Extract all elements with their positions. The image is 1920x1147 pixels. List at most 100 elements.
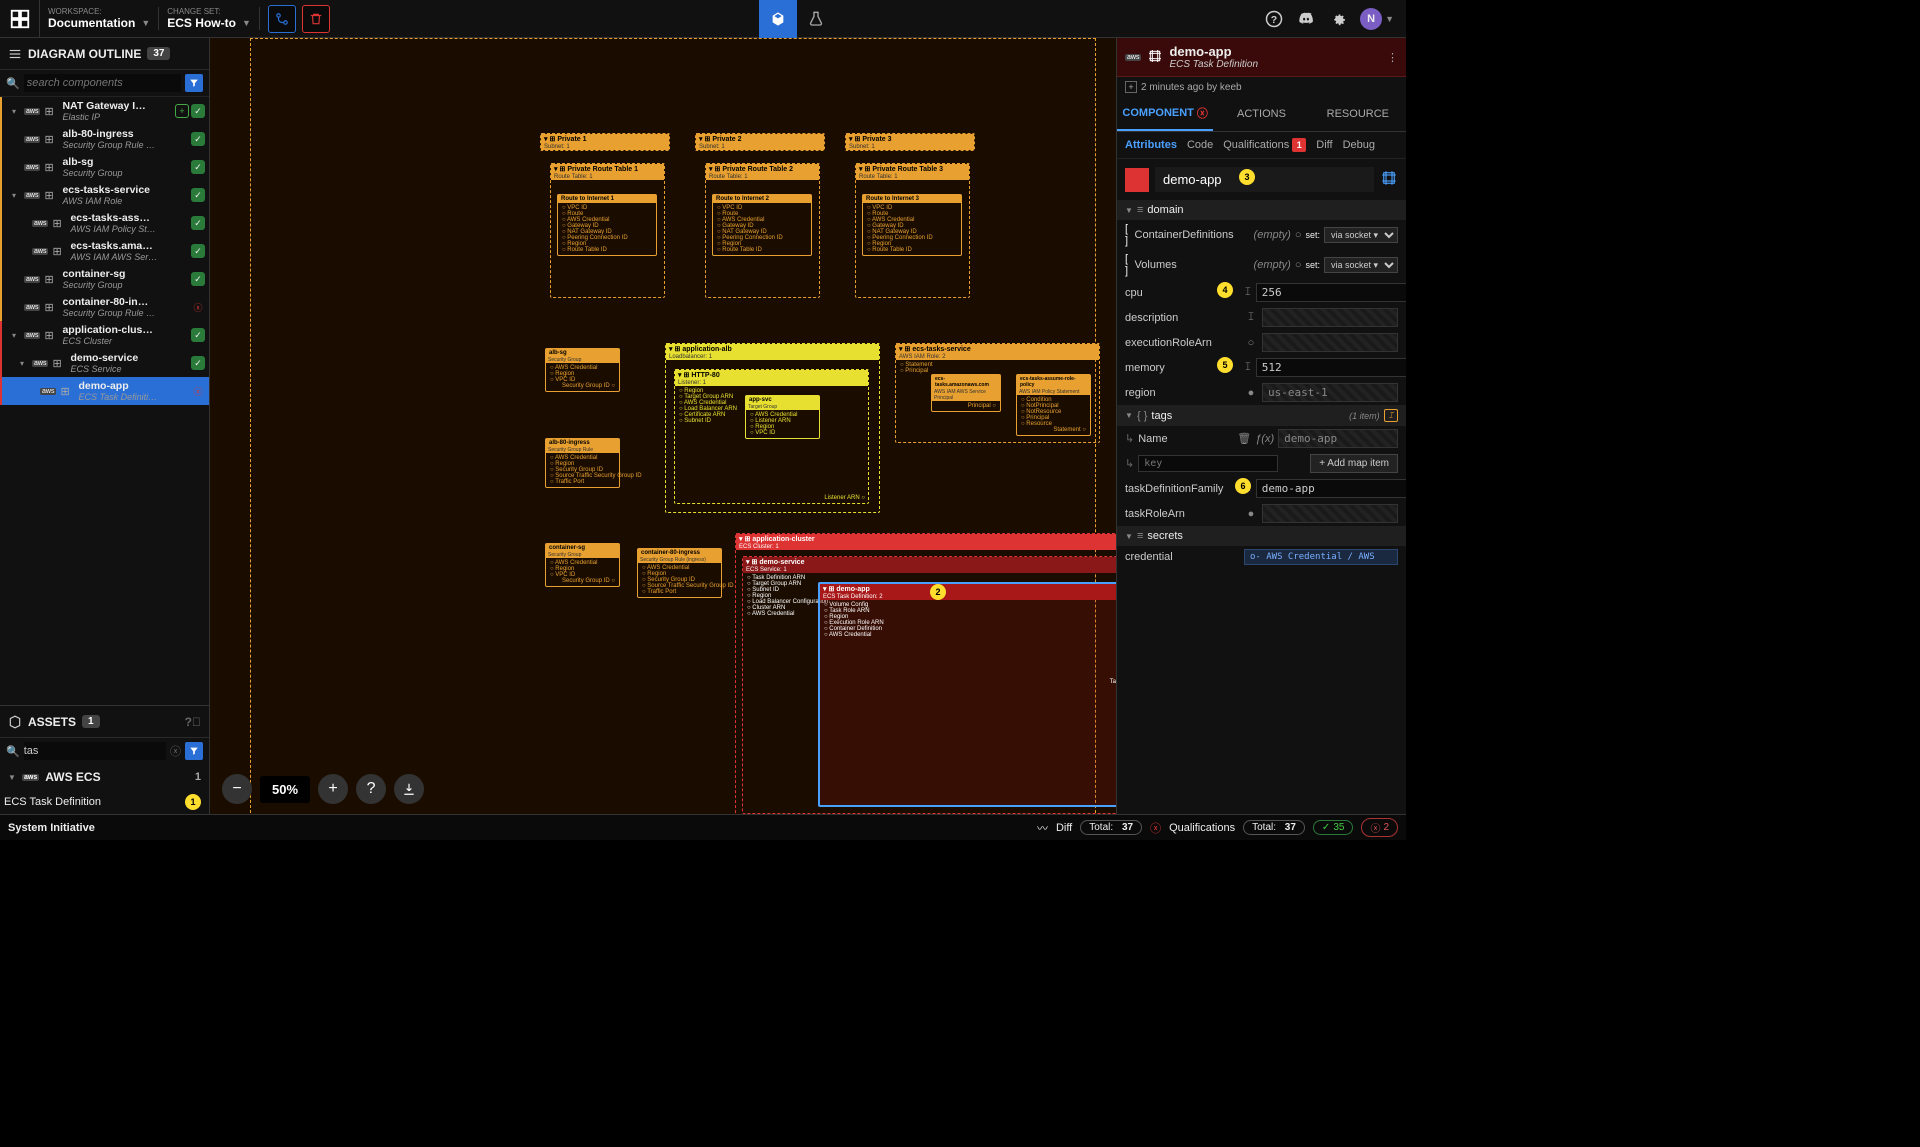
credential-value[interactable]: o- AWS Credential / AWS	[1244, 549, 1398, 565]
frame-type-icon[interactable]	[1380, 169, 1398, 190]
workspace-label: WORKSPACE:	[48, 7, 150, 16]
outline-item[interactable]: aws ⊞ ecs-tasks-ass… AWS IAM Policy St… …	[0, 209, 209, 237]
item-name: demo-service	[70, 352, 187, 364]
description-input[interactable]	[1262, 308, 1398, 327]
clear-search-icon[interactable]: ⓧ	[170, 743, 181, 759]
outline-item[interactable]: aws ⊞ container-sg Security Group ✓	[0, 265, 209, 293]
qualifications-label[interactable]: Qualifications	[1169, 822, 1235, 834]
status-ok-icon: ✓	[191, 104, 205, 118]
marker-6: 6	[1235, 478, 1251, 494]
cpu-input[interactable]	[1256, 283, 1406, 302]
aws-badge: aws	[24, 332, 40, 339]
memory-input[interactable]	[1256, 358, 1406, 377]
taskrole-input[interactable]	[1262, 504, 1398, 523]
subtab-qualifications[interactable]: Qualifications1	[1223, 138, 1306, 152]
assets-header: ASSETS 1 ?⃝	[0, 706, 209, 738]
merge-button[interactable]	[268, 5, 296, 33]
status-ok-icon: ✓	[191, 160, 205, 174]
outline-item[interactable]: ▾ aws ⊞ NAT Gateway I… Elastic IP +✓	[0, 97, 209, 125]
outline-item[interactable]: ▾ aws ⊞ ecs-tasks-service AWS IAM Role ✓	[0, 181, 209, 209]
group-domain[interactable]: ▼≡domain	[1117, 200, 1406, 220]
add-map-item-button[interactable]: + Add map item	[1310, 454, 1398, 473]
component-icon: ⊞	[44, 161, 58, 174]
asset-item[interactable]: ECS Task Definition 1	[0, 790, 209, 814]
item-name: container-sg	[62, 268, 187, 280]
component-subtitle: ECS Task Definition	[1169, 59, 1258, 70]
status-ok-icon: ✓	[191, 328, 205, 342]
item-name: container-80-in…	[62, 296, 187, 308]
aws-badge: aws	[24, 304, 40, 311]
outline-item[interactable]: aws ⊞ demo-app ECS Task Definiti… ⓧ	[0, 377, 209, 405]
execrole-input[interactable]	[1262, 333, 1398, 352]
taskdeffamily-input[interactable]	[1256, 479, 1406, 498]
volumes-set-select[interactable]: via socket ▾	[1324, 257, 1398, 273]
subtab-debug[interactable]: Debug	[1343, 138, 1375, 152]
assets-help-icon[interactable]: ?⃝	[185, 715, 201, 729]
aws-badge: aws	[24, 276, 40, 283]
tab-component[interactable]: COMPONENTⓧ	[1117, 97, 1213, 131]
item-name: ecs-tasks-ass…	[70, 212, 187, 224]
group-tags[interactable]: ▼{ }tags (1 item)𝙸	[1117, 405, 1406, 426]
containerdef-set-select[interactable]: via socket ▾	[1324, 227, 1398, 243]
outline-item[interactable]: aws ⊞ ecs-tasks.ama… AWS IAM AWS Ser… ✓	[0, 237, 209, 265]
zoom-out-button[interactable]: −	[222, 774, 252, 804]
diff-label[interactable]: Diff	[1056, 822, 1072, 834]
color-swatch[interactable]	[1125, 168, 1149, 192]
group-secrets[interactable]: ▼≡secrets	[1117, 526, 1406, 546]
outline-item[interactable]: ▾ aws ⊞ application-clus… ECS Cluster ✓	[0, 321, 209, 349]
diagram-canvas[interactable]: ▾ ⊞Private 1 Subnet: 1 ▾ ⊞Private 2 Subn…	[210, 38, 1116, 814]
status-ok-icon: ✓	[191, 132, 205, 146]
zoom-in-button[interactable]: +	[318, 774, 348, 804]
delete-changeset-button[interactable]	[302, 5, 330, 33]
tab-actions[interactable]: ACTIONS	[1213, 97, 1309, 131]
outline-search-input[interactable]	[24, 74, 181, 92]
component-name-input[interactable]	[1155, 167, 1374, 192]
tab-resource[interactable]: RESOURCE	[1310, 97, 1406, 131]
aws-badge: aws	[40, 388, 56, 395]
search-icon: 🔍	[6, 745, 20, 758]
tag-key-input[interactable]	[1138, 455, 1278, 472]
outline-item[interactable]: aws ⊞ container-80-in… Security Group Ru…	[0, 293, 209, 321]
workspace-dropdown[interactable]: Documentation▼	[48, 16, 150, 30]
outline-item[interactable]: ▾ aws ⊞ demo-service ECS Service ✓	[0, 349, 209, 377]
marker-1: 1	[185, 794, 201, 810]
filter-icon[interactable]	[185, 74, 203, 92]
subtab-code[interactable]: Code	[1187, 138, 1213, 152]
filter-icon[interactable]	[185, 742, 203, 760]
status-ok-icon: ✓	[191, 356, 205, 370]
chevron-icon: ▾	[12, 191, 20, 200]
zoom-help-button[interactable]: ?	[356, 774, 386, 804]
delete-tag-icon[interactable]: 🗑	[1237, 432, 1251, 445]
subtab-diff[interactable]: Diff	[1316, 138, 1332, 152]
outline-item[interactable]: aws ⊞ alb-80-ingress Security Group Rule…	[0, 125, 209, 153]
component-icon: ⊞	[44, 133, 58, 146]
marker-3: 3	[1239, 169, 1255, 185]
discord-icon[interactable]	[1296, 9, 1316, 29]
download-button[interactable]	[394, 774, 424, 804]
outline-count: 37	[147, 47, 170, 60]
item-subtype: Security Group Rule …	[62, 140, 187, 150]
component-menu-icon[interactable]: ⋮	[1387, 51, 1398, 64]
compose-tab[interactable]	[759, 0, 797, 38]
item-name: NAT Gateway I…	[62, 100, 171, 112]
component-icon: ⊞	[52, 217, 66, 230]
settings-icon[interactable]	[1328, 9, 1348, 29]
diff-icon: 〰	[1037, 820, 1048, 836]
changeset-dropdown[interactable]: ECS How-to▼	[167, 16, 251, 30]
marker-4: 4	[1217, 282, 1233, 298]
fx-icon[interactable]: ƒ(x)	[1255, 433, 1274, 445]
asset-category[interactable]: ▼ aws AWS ECS 1	[0, 764, 209, 790]
app-logo[interactable]	[0, 0, 40, 38]
provider-badge: aws	[1125, 54, 1141, 61]
assets-search-input[interactable]	[24, 742, 166, 760]
lab-tab[interactable]	[797, 0, 835, 38]
aws-badge: aws	[24, 136, 40, 143]
component-icon: ⊞	[60, 385, 74, 398]
subtab-attributes[interactable]: Attributes	[1125, 138, 1177, 152]
user-menu[interactable]: N ▼	[1360, 8, 1394, 30]
qual-ok-badge: ✓ 35	[1313, 820, 1354, 835]
component-icon: ⊞	[44, 329, 58, 342]
help-icon[interactable]: ?	[1264, 9, 1284, 29]
outline-item[interactable]: aws ⊞ alb-sg Security Group ✓	[0, 153, 209, 181]
item-name: demo-app	[78, 380, 187, 392]
